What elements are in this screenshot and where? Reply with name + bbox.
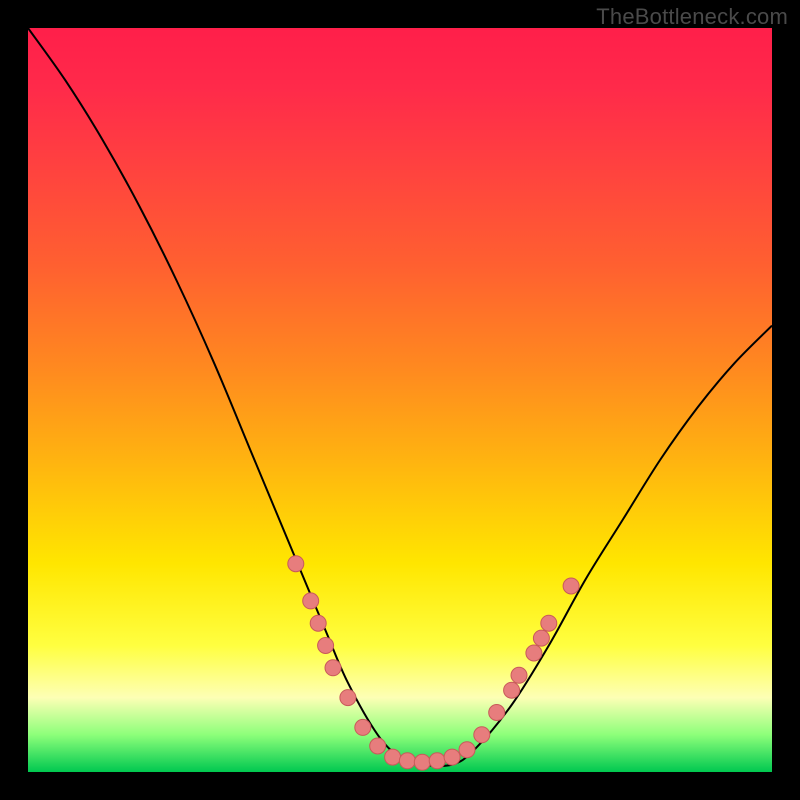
- data-marker: [444, 749, 460, 765]
- data-marker: [340, 690, 356, 706]
- data-marker: [429, 753, 445, 769]
- chart-frame: TheBottleneck.com: [0, 0, 800, 800]
- data-marker: [370, 738, 386, 754]
- data-marker: [318, 638, 334, 654]
- data-marker: [414, 754, 430, 770]
- data-marker: [385, 749, 401, 765]
- data-marker: [541, 615, 557, 631]
- data-marker: [459, 742, 475, 758]
- data-marker: [504, 682, 520, 698]
- data-marker: [325, 660, 341, 676]
- watermark-text: TheBottleneck.com: [596, 4, 788, 30]
- data-marker: [563, 578, 579, 594]
- data-marker: [474, 727, 490, 743]
- data-marker: [533, 630, 549, 646]
- data-marker: [526, 645, 542, 661]
- data-marker: [511, 667, 527, 683]
- marker-group: [288, 556, 579, 771]
- data-marker: [288, 556, 304, 572]
- data-marker: [355, 719, 371, 735]
- data-marker: [310, 615, 326, 631]
- data-marker: [303, 593, 319, 609]
- chart-plot-area: [28, 28, 772, 772]
- data-marker: [399, 753, 415, 769]
- bottleneck-chart-svg: [28, 28, 772, 772]
- data-marker: [489, 705, 505, 721]
- bottleneck-curve: [28, 28, 772, 766]
